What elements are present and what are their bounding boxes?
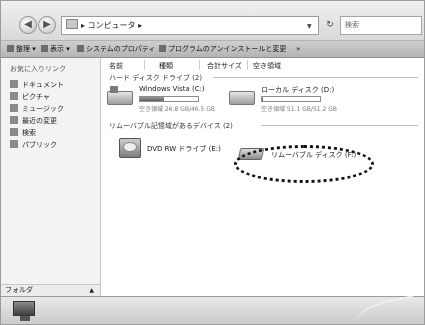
navigation-pane: お気に入りリンク ドキュメント ピクチャ ミュージック 最近の変更 検索 パブリ… xyxy=(1,58,101,286)
organize-label: 整理 ▾ xyxy=(16,45,36,53)
organize-button[interactable]: 整理 ▾ xyxy=(7,41,36,57)
nav-item-music[interactable]: ミュージック xyxy=(10,104,64,114)
organize-icon xyxy=(7,45,14,52)
nav-item-label: 検索 xyxy=(22,129,36,137)
arrow-right-icon: ▶ xyxy=(43,19,51,30)
chevron-up-icon: ▲ xyxy=(89,287,94,294)
nav-item-label: ピクチャ xyxy=(22,93,50,101)
uninstall-label: プログラムのアンインストールと変更 xyxy=(168,45,287,53)
column-divider xyxy=(199,60,200,70)
group-divider xyxy=(213,77,418,78)
address-bar[interactable]: ▸ コンピュータ ▸ xyxy=(61,16,319,35)
usage-fill xyxy=(262,97,263,101)
search-placeholder: 検索 xyxy=(345,21,359,29)
hard-drive-icon xyxy=(107,86,133,105)
command-bar: 整理 ▾ 表示 ▾ システムのプロパティ プログラムのアンインストールと変更 » xyxy=(1,41,424,58)
system-icon xyxy=(77,45,84,52)
group-header-hard-disks[interactable]: ハード ディスク ドライブ (2) xyxy=(109,73,202,83)
pictures-icon xyxy=(10,92,18,100)
computer-icon xyxy=(13,301,35,321)
arrow-left-icon: ◀ xyxy=(24,19,32,30)
nav-item-label: ドキュメント xyxy=(22,81,64,89)
recent-icon xyxy=(10,116,18,124)
folders-toggle[interactable]: フォルダ ▲ xyxy=(1,284,101,296)
usage-bar xyxy=(261,96,321,102)
public-folder-icon xyxy=(10,140,18,148)
explorer-window: ◀ ▶ ▸ コンピュータ ▸ ▼ ↻ 検索 整理 ▾ 表示 ▾ システムのプロパ… xyxy=(0,0,425,325)
search-input[interactable]: 検索 xyxy=(340,16,422,35)
forward-button[interactable]: ▶ xyxy=(38,16,56,34)
free-space-text: 空き領域 26.8 GB/46.5 GB xyxy=(139,106,215,113)
nav-item-search[interactable]: 検索 xyxy=(10,128,36,138)
music-icon xyxy=(10,104,18,112)
views-icon xyxy=(41,45,48,52)
nav-item-recent[interactable]: 最近の変更 xyxy=(10,116,57,126)
highlight-ellipse xyxy=(234,145,374,183)
address-path: ▸ コンピュータ ▸ xyxy=(81,21,143,30)
column-header-type[interactable]: 種類 xyxy=(159,61,173,71)
uninstall-button[interactable]: プログラムのアンインストールと変更 xyxy=(159,41,286,57)
favorites-header: お気に入りリンク xyxy=(10,65,66,73)
folders-label: フォルダ xyxy=(5,286,33,294)
drive-d[interactable]: ローカル ディスク (D:) 空き領域 51.1 GB/51.2 GB xyxy=(229,85,369,115)
group-divider xyxy=(261,125,418,126)
nav-item-documents[interactable]: ドキュメント xyxy=(10,80,64,90)
drive-e[interactable]: DVD RW ドライブ (E:) xyxy=(119,138,229,162)
more-button[interactable]: » xyxy=(296,41,300,57)
back-button[interactable]: ◀ xyxy=(19,16,37,34)
drive-c[interactable]: Windows Vista (C:) 空き領域 26.8 GB/46.5 GB xyxy=(107,85,247,115)
computer-icon xyxy=(66,19,78,29)
documents-icon xyxy=(10,80,18,88)
views-button[interactable]: 表示 ▾ xyxy=(41,41,70,57)
hard-drive-icon xyxy=(229,91,255,105)
nav-item-label: ミュージック xyxy=(22,105,64,113)
refresh-icon[interactable]: ↻ xyxy=(323,16,337,35)
file-list: 名前 種類 合計サイズ 空き領域 ハード ディスク ドライブ (2) Windo… xyxy=(101,58,424,296)
column-divider xyxy=(144,60,145,70)
drive-name: ローカル ディスク (D:) xyxy=(261,86,335,94)
programs-icon xyxy=(159,45,166,52)
windows-logo-icon xyxy=(110,86,118,93)
usage-fill xyxy=(140,97,165,101)
drive-name: Windows Vista (C:) xyxy=(139,85,205,93)
usage-bar xyxy=(139,96,199,102)
disc-icon xyxy=(123,142,137,152)
drive-name: DVD RW ドライブ (E:) xyxy=(147,145,221,153)
system-properties-button[interactable]: システムのプロパティ xyxy=(77,41,155,57)
monitor-stand xyxy=(20,316,30,321)
details-pane xyxy=(1,295,424,324)
views-label: 表示 ▾ xyxy=(50,45,70,53)
column-header-name[interactable]: 名前 xyxy=(109,61,123,71)
column-header-free-space[interactable]: 空き領域 xyxy=(253,61,281,71)
group-header-removable[interactable]: リムーバブル記憶域があるデバイス (2) xyxy=(109,121,233,131)
nav-item-label: 最近の変更 xyxy=(22,117,57,125)
chevron-down-icon[interactable]: ▼ xyxy=(307,23,312,30)
free-space-text: 空き領域 51.1 GB/51.2 GB xyxy=(261,106,337,113)
column-header-total-size[interactable]: 合計サイズ xyxy=(207,61,242,71)
nav-item-pictures[interactable]: ピクチャ xyxy=(10,92,50,102)
nav-item-label: パブリック xyxy=(22,141,57,149)
decorative-swoosh xyxy=(354,295,418,324)
column-divider xyxy=(247,60,248,70)
dvd-drive-icon xyxy=(119,138,141,158)
search-icon xyxy=(10,128,18,136)
system-properties-label: システムのプロパティ xyxy=(86,45,156,53)
nav-item-public[interactable]: パブリック xyxy=(10,140,57,150)
address-toolbar: ◀ ▶ ▸ コンピュータ ▸ ▼ ↻ 検索 xyxy=(1,1,424,41)
